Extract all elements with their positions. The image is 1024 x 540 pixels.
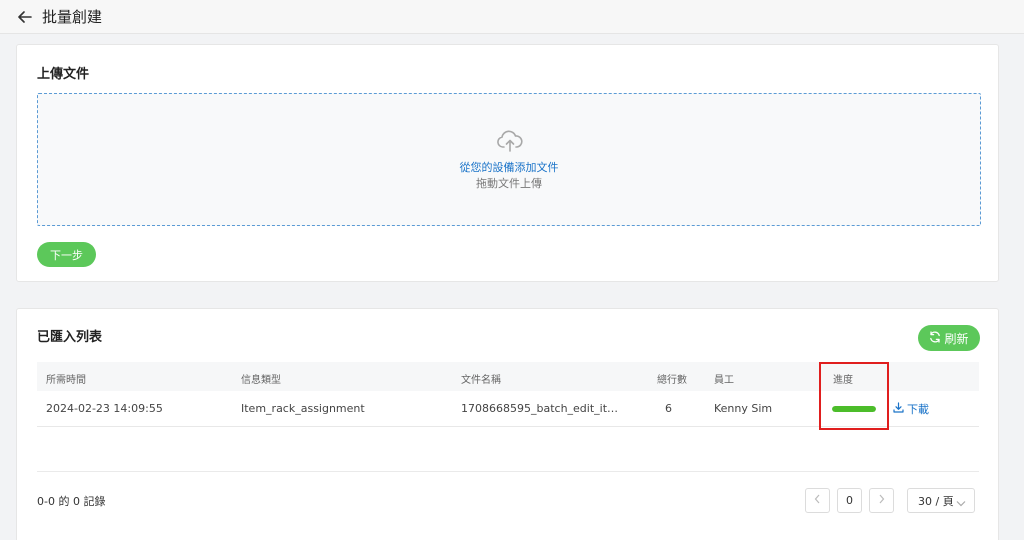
upload-card: 上傳文件 從您的設備添加文件 拖動文件上傳 下一步: [16, 44, 999, 282]
download-link[interactable]: 下載: [893, 401, 929, 417]
top-bar: 批量創建: [0, 0, 1024, 34]
page-size-select[interactable]: 30 / 頁: [907, 488, 975, 513]
cell-total: 6: [665, 402, 672, 415]
cell-time: 2024-02-23 14:09:55: [46, 402, 163, 415]
arrow-left-icon[interactable]: [16, 8, 34, 26]
refresh-button[interactable]: 刷新: [918, 325, 980, 351]
chevron-down-icon: [956, 497, 966, 510]
col-total: 總行數: [657, 375, 687, 386]
next-page-button[interactable]: [869, 488, 894, 513]
col-time: 所需時間: [46, 375, 86, 386]
record-count: 0-0 的 0 記錄: [37, 495, 106, 508]
chevron-left-icon: [814, 494, 821, 507]
cell-filename: 1708668595_batch_edit_item_rack_assignme…: [461, 402, 621, 415]
download-icon: [893, 402, 904, 416]
col-staff: 員工: [714, 375, 734, 386]
file-dropzone[interactable]: 從您的設備添加文件 拖動文件上傳: [37, 93, 981, 226]
col-filename: 文件名稱: [461, 375, 501, 386]
imported-title: 已匯入列表: [37, 330, 103, 345]
imported-list-card: 已匯入列表 刷新 所需時間 信息類型 文件名稱 總行數 員工 進度 2024-0…: [16, 308, 999, 540]
col-type: 信息類型: [241, 375, 281, 386]
divider: [37, 471, 979, 472]
dropzone-secondary-text: 拖動文件上傳: [476, 177, 542, 190]
refresh-label: 刷新: [944, 331, 969, 346]
page-size-value: 30 / 頁: [918, 494, 954, 508]
page-title: 批量創建: [42, 8, 103, 26]
prev-page-button[interactable]: [805, 488, 830, 513]
cloud-upload-icon: [496, 130, 524, 152]
progress-highlight-box: [819, 362, 889, 430]
cell-type: Item_rack_assignment: [241, 402, 365, 415]
cell-staff: Kenny Sim: [714, 402, 773, 415]
upload-title: 上傳文件: [37, 67, 90, 82]
refresh-icon: [929, 330, 941, 346]
next-step-button[interactable]: 下一步: [37, 242, 96, 267]
dropzone-primary-text[interactable]: 從您的設備添加文件: [38, 159, 980, 175]
chevron-right-icon: [878, 494, 885, 507]
current-page[interactable]: 0: [837, 488, 862, 513]
download-label: 下載: [907, 403, 929, 416]
